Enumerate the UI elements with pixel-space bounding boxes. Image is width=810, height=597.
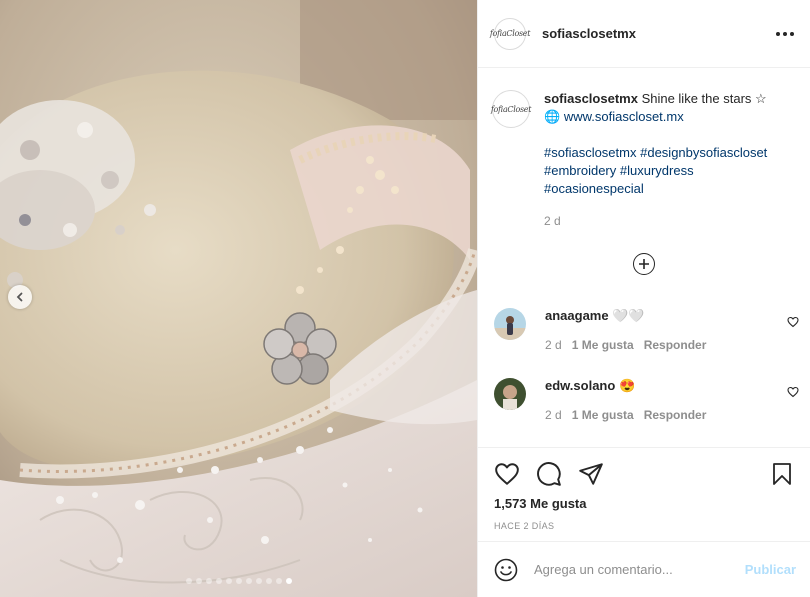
- more-horizontal-icon: [776, 31, 780, 36]
- commenter-avatar[interactable]: [494, 308, 526, 340]
- carousel-dot: [205, 578, 212, 584]
- comment-input[interactable]: [532, 561, 745, 578]
- comment-item: edw.solano 😍 2 d 1 Me gusta Responder: [494, 378, 799, 422]
- caption-username[interactable]: sofiasclosetmx: [544, 91, 638, 106]
- comment-likes-count[interactable]: 1 Me gusta: [572, 338, 634, 352]
- avatar-logo: fofiaCloset: [489, 29, 531, 38]
- action-bar: [478, 448, 810, 488]
- comment-body: anaagame 🤍🤍 2 d 1 Me gusta Responder: [545, 308, 706, 352]
- comment-text: 😍: [618, 378, 636, 393]
- post-caption: fofiaCloset sofiasclosetmx Shine like th…: [491, 90, 792, 230]
- save-bookmark-icon[interactable]: [770, 461, 794, 487]
- comment-bubble-icon[interactable]: [536, 461, 562, 487]
- post-username[interactable]: sofiasclosetmx: [542, 26, 636, 41]
- post-photo: [0, 0, 477, 597]
- carousel-dot: [255, 578, 262, 584]
- post-actions-section: 1,573 Me gusta HACE 2 DÍAS: [478, 447, 810, 531]
- hashtag[interactable]: #ocasionespecial: [544, 181, 644, 196]
- likes-count[interactable]: 1,573 Me gusta: [478, 488, 810, 511]
- share-paper-plane-icon[interactable]: [578, 461, 604, 487]
- globe-icon: 🌐: [544, 109, 561, 124]
- carousel-indicators: [0, 578, 477, 584]
- publish-button[interactable]: Publicar: [745, 562, 796, 577]
- caption-hashtags: #sofiasclosetmx #designbysofiascloset #e…: [544, 144, 767, 198]
- carousel-dot: [285, 578, 292, 584]
- comment-age: 2 d: [545, 408, 562, 422]
- reply-button[interactable]: Responder: [644, 338, 707, 352]
- comment-like-heart-icon[interactable]: [787, 386, 799, 398]
- commenter-avatar[interactable]: [494, 378, 526, 410]
- carousel-dot: [185, 578, 192, 584]
- smiley-icon[interactable]: [494, 558, 518, 582]
- comment-item: anaagame 🤍🤍 2 d 1 Me gusta Responder: [494, 308, 799, 352]
- caption-age: 2 d: [544, 214, 561, 228]
- carousel-dot: [215, 578, 222, 584]
- carousel-prev-button[interactable]: [8, 285, 32, 309]
- website-link[interactable]: www.sofiascloset.mx: [564, 109, 684, 124]
- add-comment-bar: Publicar: [478, 541, 810, 597]
- comment-like-heart-icon[interactable]: [787, 316, 799, 328]
- carousel-dot: [225, 578, 232, 584]
- post-side-panel: fofiaCloset sofiasclosetmx fofiaCloset s…: [477, 0, 810, 597]
- hashtag[interactable]: #sofiasclosetmx: [544, 145, 636, 160]
- caption-body: sofiasclosetmx Shine like the stars ☆ 🌐 …: [544, 90, 767, 230]
- plus-circle-icon: [639, 259, 649, 269]
- avatar[interactable]: fofiaCloset: [490, 17, 530, 50]
- post-media[interactable]: [0, 0, 477, 597]
- hashtag[interactable]: #designbysofiascloset: [640, 145, 767, 160]
- carousel-dot: [265, 578, 272, 584]
- comment-text: 🤍🤍: [612, 308, 645, 323]
- chevron-left-icon: [16, 292, 23, 302]
- like-heart-icon[interactable]: [494, 461, 520, 487]
- load-more-comments-button[interactable]: [633, 253, 655, 275]
- comment-body: edw.solano 😍 2 d 1 Me gusta Responder: [545, 378, 706, 422]
- post-header: fofiaCloset sofiasclosetmx: [478, 0, 810, 68]
- comment-likes-count[interactable]: 1 Me gusta: [572, 408, 634, 422]
- instagram-post: fofiaCloset sofiasclosetmx fofiaCloset s…: [0, 0, 810, 597]
- caption-avatar[interactable]: fofiaCloset: [491, 90, 531, 128]
- carousel-dot: [235, 578, 242, 584]
- post-date: HACE 2 DÍAS: [494, 521, 555, 531]
- reply-button[interactable]: Responder: [644, 408, 707, 422]
- carousel-dot: [245, 578, 252, 584]
- hashtag[interactable]: #embroidery: [544, 163, 616, 178]
- caption-text: Shine like the stars ☆: [641, 91, 767, 106]
- hashtag[interactable]: #luxurydress: [620, 163, 694, 178]
- comment-age: 2 d: [545, 338, 562, 352]
- carousel-dot: [275, 578, 282, 584]
- comment-username[interactable]: anaagame: [545, 308, 609, 323]
- carousel-dot: [195, 578, 202, 584]
- more-options-button[interactable]: [776, 28, 794, 40]
- comment-username[interactable]: edw.solano: [545, 378, 615, 393]
